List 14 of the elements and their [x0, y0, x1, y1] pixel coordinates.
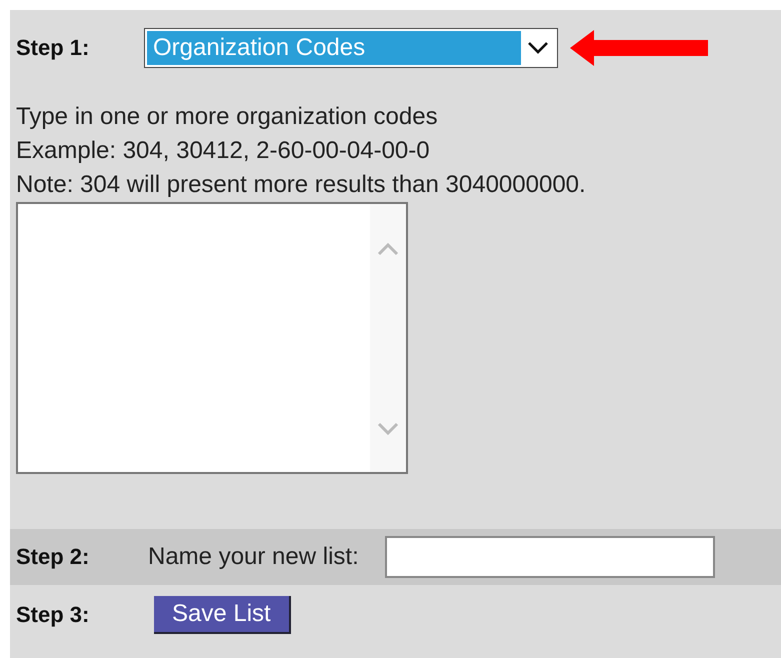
save-list-button[interactable]: Save List	[154, 596, 291, 634]
step-label: Step 3:	[16, 602, 90, 628]
step-label: Step 1:	[16, 35, 90, 61]
list-name-label: Name your new list:	[148, 543, 359, 571]
instruction-text: Note: 304 will present more results than 3040000000.	[16, 170, 587, 200]
instruction-text: Type in one or more organization codes	[16, 102, 439, 132]
codes-input-field[interactable]	[16, 202, 408, 474]
caret-icon	[527, 41, 549, 55]
instruction-text: Example: 304, 30412, 2-60-00-04-00-0	[16, 136, 431, 166]
scroll-down-icon[interactable]	[377, 422, 399, 436]
scroll-up-icon[interactable]	[377, 242, 399, 256]
scrollbar[interactable]	[370, 204, 406, 472]
step-label: Step 2:	[16, 544, 90, 570]
list-name-field[interactable]	[384, 536, 715, 578]
